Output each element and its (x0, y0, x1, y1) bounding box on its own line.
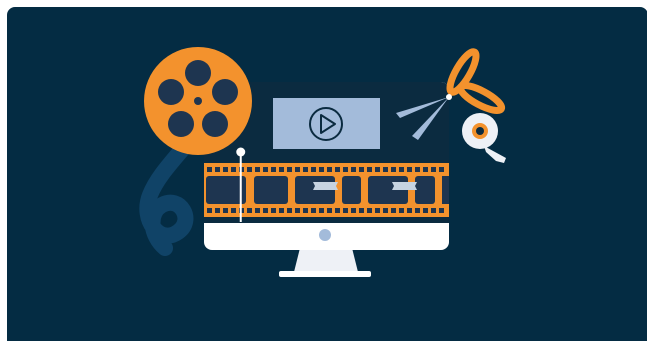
illustration-stage (0, 0, 647, 341)
sprocket-hole (335, 208, 340, 213)
sprocket-hole (255, 167, 260, 172)
sprocket-hole (319, 208, 324, 213)
sprocket-hole (311, 167, 316, 172)
sprocket-hole (351, 208, 356, 213)
splice-tape-icon (313, 182, 338, 190)
sprocket-hole (415, 208, 420, 213)
sprocket-hole (391, 208, 396, 213)
sprocket-hole (231, 208, 236, 213)
sprocket-hole (295, 167, 300, 172)
sprocket-hole (367, 208, 372, 213)
sprocket-hole (207, 208, 212, 213)
film-frame (342, 176, 361, 204)
sprocket-hole (431, 167, 436, 172)
sprocket-hole (359, 167, 364, 172)
film-frame (442, 176, 449, 204)
sprocket-hole (383, 167, 388, 172)
sprocket-hole (247, 208, 252, 213)
sprocket-hole (287, 208, 292, 213)
video-editing-illustration (7, 7, 647, 341)
sprocket-hole (375, 208, 380, 213)
sprocket-hole (351, 167, 356, 172)
video-thumbnail (273, 98, 380, 149)
sprocket-hole (391, 167, 396, 172)
sprocket-hole (407, 167, 412, 172)
sprocket-hole (335, 167, 340, 172)
sprocket-hole (343, 208, 348, 213)
sprocket-hole (263, 167, 268, 172)
sprocket-hole (279, 167, 284, 172)
sprocket-hole (431, 208, 436, 213)
sprocket-hole (271, 167, 276, 172)
sprocket-hole (255, 208, 260, 213)
sprocket-hole (359, 208, 364, 213)
sprocket-hole (383, 208, 388, 213)
sprocket-hole (271, 208, 276, 213)
video-preview (273, 98, 380, 149)
sprocket-hole (375, 167, 380, 172)
sprocket-hole (287, 167, 292, 172)
sprocket-hole (231, 167, 236, 172)
film-frame (415, 176, 435, 204)
sprocket-hole (439, 167, 444, 172)
sprocket-hole (423, 208, 428, 213)
sprocket-hole (223, 208, 228, 213)
sprocket-hole (263, 208, 268, 213)
sprocket-hole (423, 167, 428, 172)
power-button-icon (319, 229, 331, 241)
sprocket-hole (319, 167, 324, 172)
splice-tape-icon (392, 182, 417, 190)
sprocket-hole (367, 167, 372, 172)
sprocket-hole (223, 167, 228, 172)
sprocket-hole (215, 167, 220, 172)
sprocket-hole (311, 208, 316, 213)
sprocket-hole (327, 208, 332, 213)
sprocket-hole (399, 208, 404, 213)
sprocket-hole (247, 167, 252, 172)
sprocket-hole (303, 208, 308, 213)
sprocket-hole (415, 167, 420, 172)
sprocket-hole (215, 208, 220, 213)
sprocket-hole (407, 208, 412, 213)
sprocket-hole (399, 167, 404, 172)
film-reel-icon (144, 47, 252, 155)
sprocket-hole (279, 208, 284, 213)
sprocket-hole (327, 167, 332, 172)
sprocket-hole (295, 208, 300, 213)
sprocket-hole (207, 167, 212, 172)
sprocket-hole (343, 167, 348, 172)
sprocket-hole (439, 208, 444, 213)
sprocket-hole (303, 167, 308, 172)
film-frame (254, 176, 288, 204)
